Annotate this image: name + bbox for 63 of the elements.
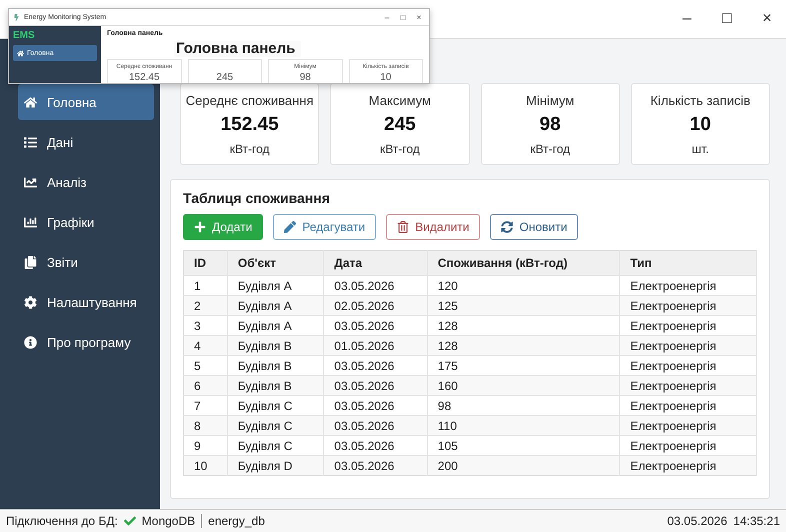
stat-value: 98 [300,72,311,83]
minimize-button[interactable]: – [676,10,698,28]
line-chart-icon [24,176,37,188]
page-title: Головна панель [174,41,302,57]
stat-label: Мінімум [526,92,574,108]
maximize-button[interactable]: □ [397,12,409,22]
refresh-button[interactable]: Оновити [490,214,578,240]
status-date: 03.05.2026 [667,514,728,528]
minimize-button[interactable]: – [381,12,393,22]
column-header: Дата [324,250,428,276]
delete-button[interactable]: Видалити [386,214,480,240]
column-header: Тип [620,250,756,276]
info-icon [24,336,37,348]
home-icon [24,96,37,108]
panel-title: Таблиця споживання [183,190,331,206]
pencil-icon [284,221,296,233]
home-icon [17,50,24,56]
sidebar-item[interactable]: Головна [18,84,154,120]
stat-value: 152.45 [128,72,160,83]
maximize-button[interactable]: □ [716,10,738,28]
stat-label: Максимум [368,92,431,108]
sidebar-item[interactable]: Налаштування [18,284,154,320]
stat-value: 10 [690,114,711,136]
table-cell: Будівля D [227,456,324,476]
brand-logo: EMS [13,30,36,41]
list-icon [24,136,37,148]
sidebar-item[interactable]: Про програму [18,324,154,360]
table-cell: 200 [427,456,620,476]
column-header: ID [184,250,228,276]
sidebar-item[interactable]: Дані [18,124,154,160]
app-icon [13,14,20,20]
stat-unit: кВт-год [230,142,270,156]
stat-unit: кВт-год [530,142,570,156]
table-cell: Електроенергія [620,456,756,476]
documents-icon [24,256,37,268]
stat-value: 152.45 [220,114,279,136]
column-header: Споживання (кВт-год) [427,250,620,276]
close-button[interactable]: × [756,10,778,28]
column-header: Об'єкт [227,250,324,276]
close-button[interactable]: × [413,12,425,22]
stat-unit: кВт-год [380,142,420,156]
table-cell: 10 [184,456,228,476]
database-name: energy_db [208,514,265,528]
edit-button[interactable]: Редагувати [273,214,376,240]
database-type: MongoDB [142,514,196,528]
table-cell: 03.05.2026 [324,456,428,476]
sidebar-item[interactable]: Звіти [18,244,154,280]
sidebar-item[interactable]: Графіки [18,204,154,240]
bar-chart-icon [24,216,37,228]
stat-value: 245 [384,114,416,136]
stat-value: 98 [540,114,561,136]
stat-value: 10 [380,72,392,83]
plus-icon [194,221,206,233]
stat-label: Середнє споживання [186,92,314,108]
stat-value: 245 [216,72,234,83]
refresh-icon [501,221,514,233]
status-time: 14:35:21 [733,514,780,528]
stat-label: Кількість записів [650,92,750,108]
stat-unit: шт. [692,142,709,156]
settings-icon [24,296,37,308]
status-label: Підключення до БД: [6,514,118,528]
trash-icon [397,221,410,233]
sidebar-item[interactable]: Аналіз [18,164,154,200]
